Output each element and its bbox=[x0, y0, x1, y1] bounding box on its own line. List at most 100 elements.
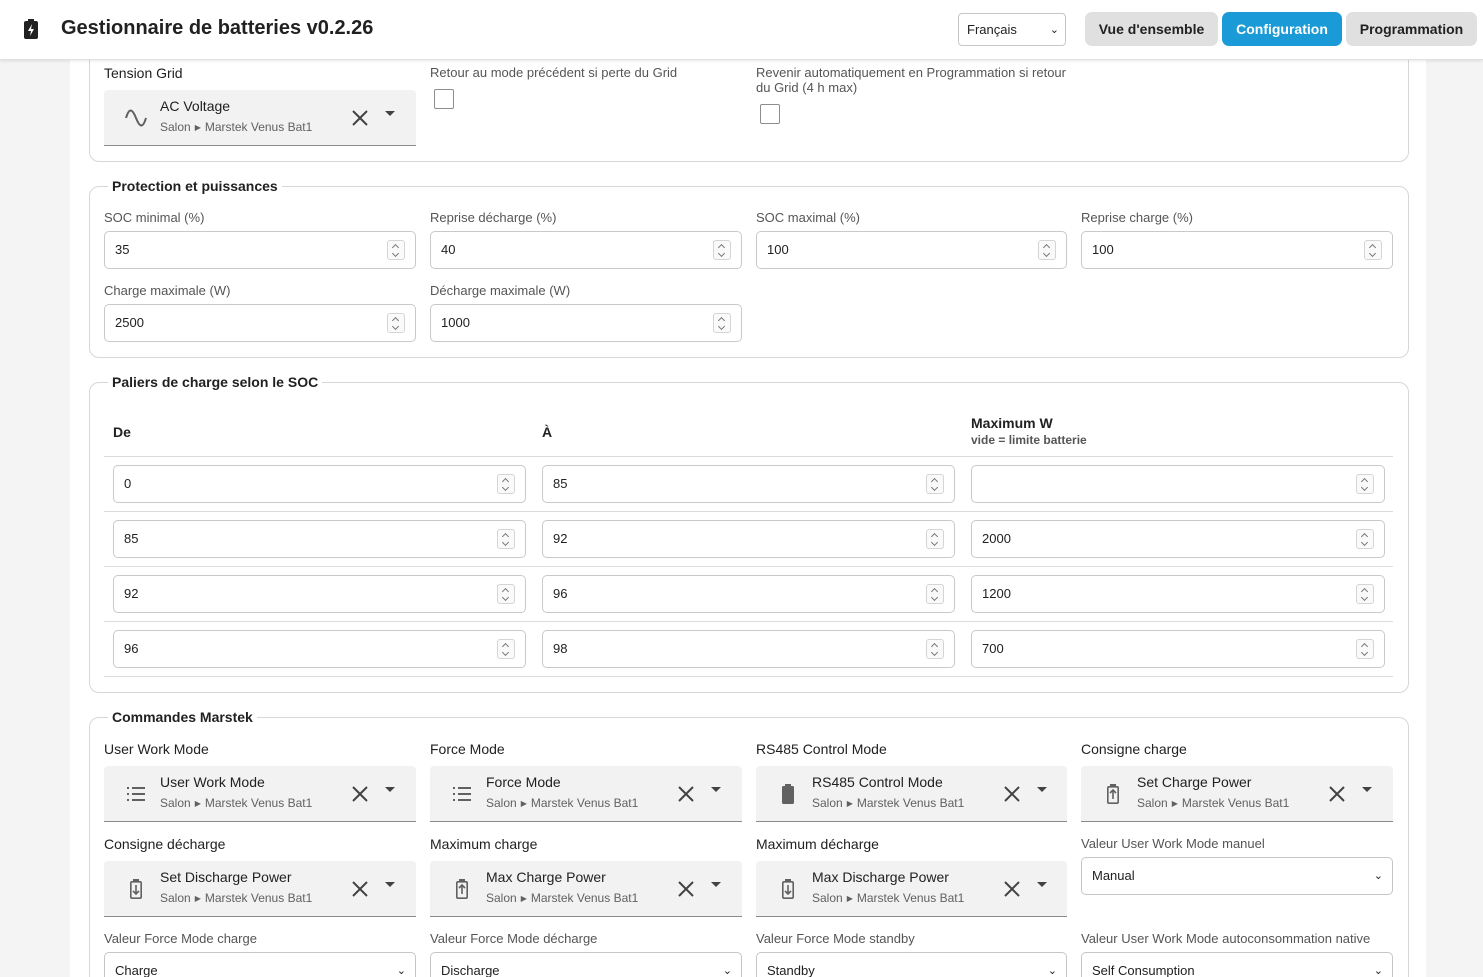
table-divider bbox=[104, 456, 1393, 457]
spinner-icon[interactable] bbox=[1356, 474, 1374, 494]
fm-charge-select[interactable]: Charge ⌄ bbox=[104, 952, 416, 977]
palier-row-1-a[interactable]: 85 bbox=[542, 465, 955, 503]
fm-decharge-label: Valeur Force Mode décharge bbox=[430, 931, 598, 946]
fm-decharge-select[interactable]: Discharge ⌄ bbox=[430, 952, 742, 977]
dropdown-arrow-icon[interactable] bbox=[385, 111, 395, 116]
battery-bolt-icon bbox=[24, 19, 38, 39]
palier-row-4-a[interactable]: 98 bbox=[542, 630, 955, 668]
page-title: Gestionnaire de batteries v0.2.26 bbox=[61, 17, 374, 39]
reprise-charge-input[interactable]: 100 bbox=[1081, 231, 1393, 269]
dropdown-arrow-icon[interactable] bbox=[1037, 787, 1047, 792]
spinner-icon[interactable] bbox=[1364, 240, 1382, 260]
decharge-max-input[interactable]: 1000 bbox=[430, 304, 742, 342]
spinner-icon[interactable] bbox=[713, 240, 731, 260]
reprise-decharge-input[interactable]: 40 bbox=[430, 231, 742, 269]
consigne-charge-label: Consigne charge bbox=[1081, 741, 1187, 757]
language-select[interactable]: Français ⌄ bbox=[958, 13, 1066, 46]
spinner-icon[interactable] bbox=[387, 313, 405, 333]
palier-row-1-de[interactable]: 0 bbox=[113, 465, 526, 503]
entity-path: Salon ▶ Marstek Venus Bat1 bbox=[1137, 796, 1290, 810]
entity-title: Set Charge Power bbox=[1137, 774, 1252, 790]
spinner-icon[interactable] bbox=[1038, 240, 1056, 260]
charge-max-label: Charge maximale (W) bbox=[104, 283, 231, 298]
close-icon[interactable] bbox=[674, 877, 698, 901]
entity-title: Set Discharge Power bbox=[160, 869, 292, 885]
user-work-mode-picker[interactable]: User Work Mode Salon ▶ Marstek Venus Bat1 bbox=[104, 766, 416, 822]
uwm-manuel-select[interactable]: Manual ⌄ bbox=[1081, 857, 1393, 895]
tension-grid-picker[interactable]: AC Voltage Salon ▶ Marstek Venus Bat1 bbox=[104, 90, 416, 146]
close-icon[interactable] bbox=[1325, 782, 1349, 806]
spinner-icon[interactable] bbox=[497, 584, 515, 604]
protection-legend: Protection et puissances bbox=[108, 178, 282, 194]
chevron-down-icon: ⌄ bbox=[1049, 24, 1059, 36]
palier-row-3-max[interactable]: 1200 bbox=[971, 575, 1385, 613]
dropdown-arrow-icon[interactable] bbox=[385, 882, 395, 887]
list-icon bbox=[127, 787, 145, 801]
consigne-charge-picker[interactable]: Set Charge Power Salon ▶ Marstek Venus Bat… bbox=[1081, 766, 1393, 822]
entity-path: Salon ▶ Marstek Venus Bat1 bbox=[486, 796, 639, 810]
spinner-icon[interactable] bbox=[387, 240, 405, 260]
spinner-icon[interactable] bbox=[926, 474, 944, 494]
palier-row-3-de[interactable]: 92 bbox=[113, 575, 526, 613]
maximum-decharge-picker[interactable]: Max Discharge Power Salon ▶ Marstek Venus … bbox=[756, 861, 1067, 917]
battery-discharging-icon bbox=[130, 879, 142, 899]
close-icon[interactable] bbox=[1000, 782, 1024, 806]
force-mode-picker[interactable]: Force Mode Salon ▶ Marstek Venus Bat1 bbox=[430, 766, 742, 822]
spinner-icon[interactable] bbox=[926, 584, 944, 604]
consigne-decharge-picker[interactable]: Set Discharge Power Salon ▶ Marstek Venus … bbox=[104, 861, 416, 917]
spinner-icon[interactable] bbox=[497, 639, 515, 659]
spinner-icon[interactable] bbox=[926, 639, 944, 659]
spinner-icon[interactable] bbox=[926, 529, 944, 549]
maximum-charge-picker[interactable]: Max Charge Power Salon ▶ Marstek Venus Bat… bbox=[430, 861, 742, 917]
list-icon bbox=[453, 787, 471, 801]
nav-configuration-button[interactable]: Configuration bbox=[1222, 12, 1342, 46]
entity-title: Max Charge Power bbox=[486, 869, 606, 885]
sine-wave-icon bbox=[125, 109, 147, 127]
palier-row-4-de[interactable]: 96 bbox=[113, 630, 526, 668]
dropdown-arrow-icon[interactable] bbox=[1362, 787, 1372, 792]
spinner-icon[interactable] bbox=[713, 313, 731, 333]
chevron-down-icon: ⌄ bbox=[1047, 965, 1057, 977]
consigne-decharge-label: Consigne décharge bbox=[104, 836, 226, 852]
spinner-icon[interactable] bbox=[497, 474, 515, 494]
spinner-icon[interactable] bbox=[1356, 584, 1374, 604]
palier-row-2-de[interactable]: 85 bbox=[113, 520, 526, 558]
charge-max-input[interactable]: 2500 bbox=[104, 304, 416, 342]
return-previous-checkbox[interactable] bbox=[434, 89, 454, 109]
soc-min-input[interactable]: 35 bbox=[104, 231, 416, 269]
rs485-picker[interactable]: RS485 Control Mode Salon ▶ Marstek Venus B… bbox=[756, 766, 1067, 822]
spinner-icon[interactable] bbox=[1356, 639, 1374, 659]
close-icon[interactable] bbox=[348, 782, 372, 806]
column-header-de: De bbox=[113, 424, 131, 440]
palier-row-1-max[interactable] bbox=[971, 465, 1385, 503]
entity-path: Salon ▶ Marstek Venus Bat1 bbox=[160, 120, 313, 134]
uwm-auto-select[interactable]: Self Consumption ⌄ bbox=[1081, 952, 1393, 977]
close-icon[interactable] bbox=[348, 106, 372, 130]
fm-standby-label: Valeur Force Mode standby bbox=[756, 931, 915, 946]
close-icon[interactable] bbox=[1000, 877, 1024, 901]
table-divider bbox=[104, 566, 1393, 567]
dropdown-arrow-icon[interactable] bbox=[711, 787, 721, 792]
close-icon[interactable] bbox=[348, 877, 372, 901]
dropdown-arrow-icon[interactable] bbox=[1037, 882, 1047, 887]
auto-schedule-label: Revenir automatiquement en Programmation… bbox=[756, 65, 1066, 95]
chevron-down-icon: ⌄ bbox=[722, 965, 732, 977]
spinner-icon[interactable] bbox=[497, 529, 515, 549]
close-icon[interactable] bbox=[674, 782, 698, 806]
palier-row-4-max[interactable]: 700 bbox=[971, 630, 1385, 668]
palier-row-2-a[interactable]: 92 bbox=[542, 520, 955, 558]
nav-overview-button[interactable]: Vue d'ensemble bbox=[1085, 12, 1218, 46]
palier-row-2-max[interactable]: 2000 bbox=[971, 520, 1385, 558]
uwm-auto-label: Valeur User Work Mode autoconsommation n… bbox=[1081, 931, 1371, 946]
chevron-down-icon: ⌄ bbox=[396, 965, 406, 977]
palier-row-3-a[interactable]: 96 bbox=[542, 575, 955, 613]
nav-programmation-button[interactable]: Programmation bbox=[1346, 12, 1477, 46]
auto-schedule-checkbox[interactable] bbox=[760, 104, 780, 124]
soc-max-input[interactable]: 100 bbox=[756, 231, 1067, 269]
tension-grid-label: Tension Grid bbox=[104, 65, 183, 81]
battery-charging-icon bbox=[1107, 784, 1119, 804]
fm-standby-select[interactable]: Standby ⌄ bbox=[756, 952, 1067, 977]
spinner-icon[interactable] bbox=[1356, 529, 1374, 549]
dropdown-arrow-icon[interactable] bbox=[711, 882, 721, 887]
dropdown-arrow-icon[interactable] bbox=[385, 787, 395, 792]
